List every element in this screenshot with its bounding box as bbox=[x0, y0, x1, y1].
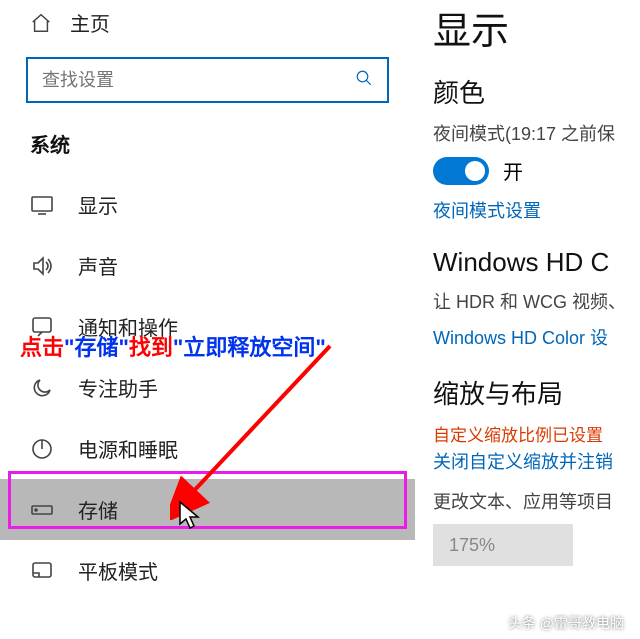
hd-color-link[interactable]: Windows HD Color 设 bbox=[433, 324, 640, 350]
sidebar-item-sound[interactable]: 声音 bbox=[0, 235, 415, 296]
close-custom-scale-link[interactable]: 关闭自定义缩放并注销 bbox=[433, 448, 640, 474]
search-input-container[interactable] bbox=[26, 57, 389, 103]
color-heading: 颜色 bbox=[433, 73, 640, 110]
sidebar-item-focus[interactable]: 专注助手 bbox=[0, 357, 415, 418]
sidebar-item-power[interactable]: 电源和睡眠 bbox=[0, 418, 415, 479]
watermark: 头条 @雷哥教电脑 bbox=[508, 613, 624, 633]
moon-icon bbox=[30, 376, 54, 400]
custom-scale-warning: 自定义缩放比例已设置 bbox=[433, 421, 640, 446]
section-title: 系统 bbox=[0, 121, 415, 174]
home-icon bbox=[30, 12, 52, 34]
sidebar-item-label: 专注助手 bbox=[78, 373, 158, 402]
sidebar-item-label: 声音 bbox=[78, 251, 118, 280]
storage-icon bbox=[30, 498, 54, 522]
home-nav[interactable]: 主页 bbox=[0, 4, 415, 47]
page-title: 显示 bbox=[433, 0, 640, 55]
night-mode-toggle[interactable] bbox=[433, 157, 489, 185]
night-mode-settings-link[interactable]: 夜间模式设置 bbox=[433, 197, 640, 223]
display-icon bbox=[30, 193, 54, 217]
hd-desc: 让 HDR 和 WCG 视频、 bbox=[433, 288, 640, 314]
sidebar-item-display[interactable]: 显示 bbox=[0, 174, 415, 235]
sidebar-item-label: 电源和睡眠 bbox=[78, 434, 178, 463]
tablet-icon bbox=[30, 559, 54, 583]
night-mode-label: 夜间模式(19:17 之前保 bbox=[433, 120, 640, 146]
sidebar-item-storage[interactable]: 存储 bbox=[0, 479, 415, 540]
sidebar-item-tablet[interactable]: 平板模式 bbox=[0, 540, 415, 601]
sidebar-item-label: 平板模式 bbox=[78, 556, 158, 585]
search-icon bbox=[355, 69, 373, 92]
tutorial-annotation: 点击"存储"找到"立即释放空间" bbox=[20, 330, 326, 362]
settings-sidebar: 主页 系统 显示 声音 通知和操作 bbox=[0, 0, 415, 639]
power-icon bbox=[30, 437, 54, 461]
sidebar-item-label: 存储 bbox=[78, 495, 118, 524]
scale-value: 175% bbox=[449, 535, 495, 556]
scale-dropdown[interactable]: 175% bbox=[433, 524, 573, 566]
scale-heading: 缩放与布局 bbox=[433, 374, 640, 411]
toggle-state-label: 开 bbox=[503, 156, 523, 185]
hd-color-heading: Windows HD C bbox=[433, 247, 640, 278]
settings-content: 显示 颜色 夜间模式(19:17 之前保 开 夜间模式设置 Windows HD… bbox=[415, 0, 640, 639]
sound-icon bbox=[30, 254, 54, 278]
home-label: 主页 bbox=[70, 8, 110, 37]
sidebar-item-label: 显示 bbox=[78, 190, 118, 219]
change-text-label: 更改文本、应用等项目 bbox=[433, 488, 640, 514]
search-input[interactable] bbox=[42, 70, 355, 91]
